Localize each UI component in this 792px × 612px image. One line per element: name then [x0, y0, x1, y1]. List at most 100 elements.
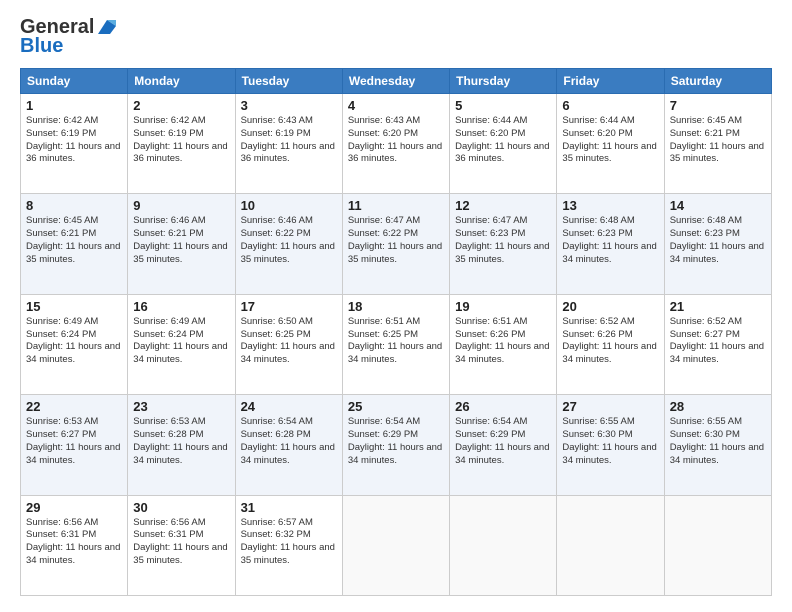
sunrise-label: Sunrise: 6:54 AM — [348, 416, 420, 427]
calendar-header-row: SundayMondayTuesdayWednesdayThursdayFrid… — [21, 69, 772, 94]
sunrise-label: Sunrise: 6:45 AM — [670, 115, 742, 126]
day-info: Sunrise: 6:48 AM Sunset: 6:23 PM Dayligh… — [562, 215, 658, 266]
sunrise-label: Sunrise: 6:43 AM — [241, 115, 313, 126]
logo: General Blue — [20, 16, 118, 58]
day-number: 18 — [348, 299, 444, 314]
sunset-label: Sunset: 6:22 PM — [348, 228, 418, 239]
day-info: Sunrise: 6:43 AM Sunset: 6:20 PM Dayligh… — [348, 115, 444, 166]
day-info: Sunrise: 6:54 AM Sunset: 6:29 PM Dayligh… — [348, 416, 444, 467]
calendar-cell: 11 Sunrise: 6:47 AM Sunset: 6:22 PM Dayl… — [342, 194, 449, 294]
sunset-label: Sunset: 6:29 PM — [455, 429, 525, 440]
daylight-label: Daylight: 11 hours and 34 minutes. — [670, 241, 764, 265]
calendar-cell: 22 Sunrise: 6:53 AM Sunset: 6:27 PM Dayl… — [21, 395, 128, 495]
day-number: 19 — [455, 299, 551, 314]
sunrise-label: Sunrise: 6:47 AM — [455, 215, 527, 226]
sunrise-label: Sunrise: 6:52 AM — [670, 316, 742, 327]
sunrise-label: Sunrise: 6:46 AM — [241, 215, 313, 226]
day-info: Sunrise: 6:46 AM Sunset: 6:22 PM Dayligh… — [241, 215, 337, 266]
day-number: 15 — [26, 299, 122, 314]
logo-blue: Blue — [20, 35, 63, 58]
daylight-label: Daylight: 11 hours and 36 minutes. — [348, 141, 442, 165]
sunset-label: Sunset: 6:26 PM — [455, 329, 525, 340]
sunrise-label: Sunrise: 6:53 AM — [133, 416, 205, 427]
day-number: 23 — [133, 399, 229, 414]
sunrise-label: Sunrise: 6:44 AM — [562, 115, 634, 126]
calendar-cell: 21 Sunrise: 6:52 AM Sunset: 6:27 PM Dayl… — [664, 294, 771, 394]
sunrise-label: Sunrise: 6:46 AM — [133, 215, 205, 226]
day-number: 28 — [670, 399, 766, 414]
sunrise-label: Sunrise: 6:48 AM — [670, 215, 742, 226]
day-number: 26 — [455, 399, 551, 414]
day-number: 10 — [241, 198, 337, 213]
day-info: Sunrise: 6:48 AM Sunset: 6:23 PM Dayligh… — [670, 215, 766, 266]
daylight-label: Daylight: 11 hours and 34 minutes. — [133, 442, 227, 466]
sunset-label: Sunset: 6:29 PM — [348, 429, 418, 440]
day-info: Sunrise: 6:44 AM Sunset: 6:20 PM Dayligh… — [562, 115, 658, 166]
calendar-cell: 6 Sunrise: 6:44 AM Sunset: 6:20 PM Dayli… — [557, 94, 664, 194]
sunrise-label: Sunrise: 6:53 AM — [26, 416, 98, 427]
sunset-label: Sunset: 6:24 PM — [133, 329, 203, 340]
day-info: Sunrise: 6:56 AM Sunset: 6:31 PM Dayligh… — [26, 517, 122, 568]
day-info: Sunrise: 6:55 AM Sunset: 6:30 PM Dayligh… — [562, 416, 658, 467]
day-info: Sunrise: 6:53 AM Sunset: 6:27 PM Dayligh… — [26, 416, 122, 467]
day-number: 16 — [133, 299, 229, 314]
calendar-header-sunday: Sunday — [21, 69, 128, 94]
sunset-label: Sunset: 6:20 PM — [348, 128, 418, 139]
calendar-week-row: 8 Sunrise: 6:45 AM Sunset: 6:21 PM Dayli… — [21, 194, 772, 294]
day-number: 6 — [562, 98, 658, 113]
calendar-cell: 25 Sunrise: 6:54 AM Sunset: 6:29 PM Dayl… — [342, 395, 449, 495]
sunrise-label: Sunrise: 6:47 AM — [348, 215, 420, 226]
day-number: 11 — [348, 198, 444, 213]
sunset-label: Sunset: 6:31 PM — [26, 529, 96, 540]
calendar-cell: 26 Sunrise: 6:54 AM Sunset: 6:29 PM Dayl… — [450, 395, 557, 495]
day-info: Sunrise: 6:46 AM Sunset: 6:21 PM Dayligh… — [133, 215, 229, 266]
day-number: 31 — [241, 500, 337, 515]
sunset-label: Sunset: 6:32 PM — [241, 529, 311, 540]
calendar-cell: 10 Sunrise: 6:46 AM Sunset: 6:22 PM Dayl… — [235, 194, 342, 294]
sunrise-label: Sunrise: 6:56 AM — [26, 517, 98, 528]
day-number: 12 — [455, 198, 551, 213]
day-info: Sunrise: 6:54 AM Sunset: 6:28 PM Dayligh… — [241, 416, 337, 467]
sunrise-label: Sunrise: 6:43 AM — [348, 115, 420, 126]
sunrise-label: Sunrise: 6:51 AM — [455, 316, 527, 327]
day-info: Sunrise: 6:52 AM Sunset: 6:27 PM Dayligh… — [670, 316, 766, 367]
calendar-header-saturday: Saturday — [664, 69, 771, 94]
calendar-cell: 23 Sunrise: 6:53 AM Sunset: 6:28 PM Dayl… — [128, 395, 235, 495]
daylight-label: Daylight: 11 hours and 34 minutes. — [455, 442, 549, 466]
sunrise-label: Sunrise: 6:45 AM — [26, 215, 98, 226]
calendar-cell: 31 Sunrise: 6:57 AM Sunset: 6:32 PM Dayl… — [235, 495, 342, 595]
daylight-label: Daylight: 11 hours and 34 minutes. — [26, 442, 120, 466]
calendar-cell: 15 Sunrise: 6:49 AM Sunset: 6:24 PM Dayl… — [21, 294, 128, 394]
calendar-cell: 30 Sunrise: 6:56 AM Sunset: 6:31 PM Dayl… — [128, 495, 235, 595]
day-info: Sunrise: 6:52 AM Sunset: 6:26 PM Dayligh… — [562, 316, 658, 367]
day-number: 7 — [670, 98, 766, 113]
sunset-label: Sunset: 6:20 PM — [562, 128, 632, 139]
sunset-label: Sunset: 6:19 PM — [241, 128, 311, 139]
sunset-label: Sunset: 6:19 PM — [133, 128, 203, 139]
sunset-label: Sunset: 6:21 PM — [670, 128, 740, 139]
day-info: Sunrise: 6:47 AM Sunset: 6:23 PM Dayligh… — [455, 215, 551, 266]
day-number: 1 — [26, 98, 122, 113]
day-number: 8 — [26, 198, 122, 213]
sunset-label: Sunset: 6:27 PM — [670, 329, 740, 340]
sunrise-label: Sunrise: 6:51 AM — [348, 316, 420, 327]
sunrise-label: Sunrise: 6:49 AM — [26, 316, 98, 327]
day-number: 20 — [562, 299, 658, 314]
calendar-cell: 12 Sunrise: 6:47 AM Sunset: 6:23 PM Dayl… — [450, 194, 557, 294]
calendar-header-tuesday: Tuesday — [235, 69, 342, 94]
logo-icon — [96, 18, 118, 36]
daylight-label: Daylight: 11 hours and 36 minutes. — [241, 141, 335, 165]
day-info: Sunrise: 6:45 AM Sunset: 6:21 PM Dayligh… — [670, 115, 766, 166]
calendar-cell: 3 Sunrise: 6:43 AM Sunset: 6:19 PM Dayli… — [235, 94, 342, 194]
sunrise-label: Sunrise: 6:42 AM — [26, 115, 98, 126]
daylight-label: Daylight: 11 hours and 35 minutes. — [348, 241, 442, 265]
sunrise-label: Sunrise: 6:54 AM — [455, 416, 527, 427]
daylight-label: Daylight: 11 hours and 35 minutes. — [133, 542, 227, 566]
sunset-label: Sunset: 6:26 PM — [562, 329, 632, 340]
day-number: 24 — [241, 399, 337, 414]
day-info: Sunrise: 6:50 AM Sunset: 6:25 PM Dayligh… — [241, 316, 337, 367]
day-info: Sunrise: 6:44 AM Sunset: 6:20 PM Dayligh… — [455, 115, 551, 166]
calendar-header-wednesday: Wednesday — [342, 69, 449, 94]
day-number: 22 — [26, 399, 122, 414]
calendar-cell: 9 Sunrise: 6:46 AM Sunset: 6:21 PM Dayli… — [128, 194, 235, 294]
